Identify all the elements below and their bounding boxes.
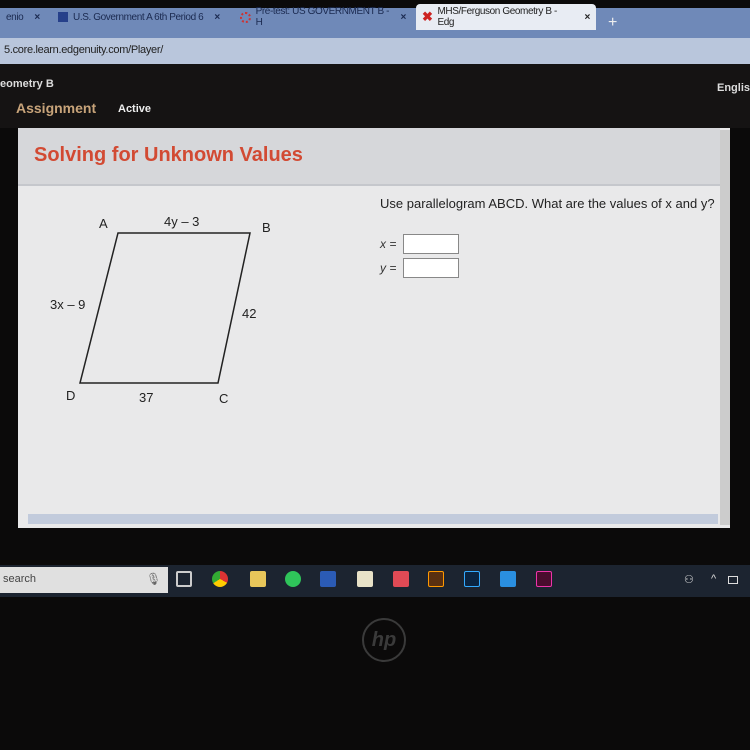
vertex-c: C	[219, 391, 229, 406]
side-ad-label: 3x – 9	[50, 297, 86, 312]
side-bc-label: 42	[242, 306, 257, 321]
vertex-d: D	[66, 388, 76, 403]
battery-icon[interactable]	[728, 576, 738, 584]
y-label: y =	[380, 261, 397, 275]
chevron-up-icon[interactable]: ^	[711, 573, 716, 585]
vertex-a: A	[99, 216, 108, 231]
side-dc-label: 37	[139, 390, 154, 405]
taskbar-search[interactable]: search	[0, 567, 168, 593]
word-icon[interactable]	[320, 571, 336, 587]
store-icon[interactable]	[357, 571, 373, 587]
app-red-icon[interactable]	[393, 571, 409, 587]
spotify-icon[interactable]	[285, 571, 301, 587]
side-ab-label: 4y – 3	[164, 214, 200, 229]
x-input[interactable]	[403, 234, 459, 254]
hp-logo: hp	[362, 618, 406, 662]
file-explorer-icon[interactable]	[250, 571, 266, 587]
x-label: x =	[380, 237, 397, 251]
mail-icon[interactable]	[500, 571, 516, 587]
illustrator-icon[interactable]	[428, 571, 444, 587]
question-text: Use parallelogram ABCD. What are the val…	[380, 196, 715, 211]
photoshop-icon[interactable]	[464, 571, 480, 587]
vertex-b: B	[262, 220, 271, 235]
microphone-icon[interactable]: 🎙	[146, 572, 161, 586]
indesign-icon[interactable]	[536, 571, 552, 587]
parallelogram-abcd	[79, 232, 251, 384]
people-icon[interactable]: ⚇	[684, 573, 694, 586]
y-input[interactable]	[403, 258, 459, 278]
chrome-icon[interactable]	[212, 571, 228, 587]
task-view-icon[interactable]	[176, 571, 192, 587]
